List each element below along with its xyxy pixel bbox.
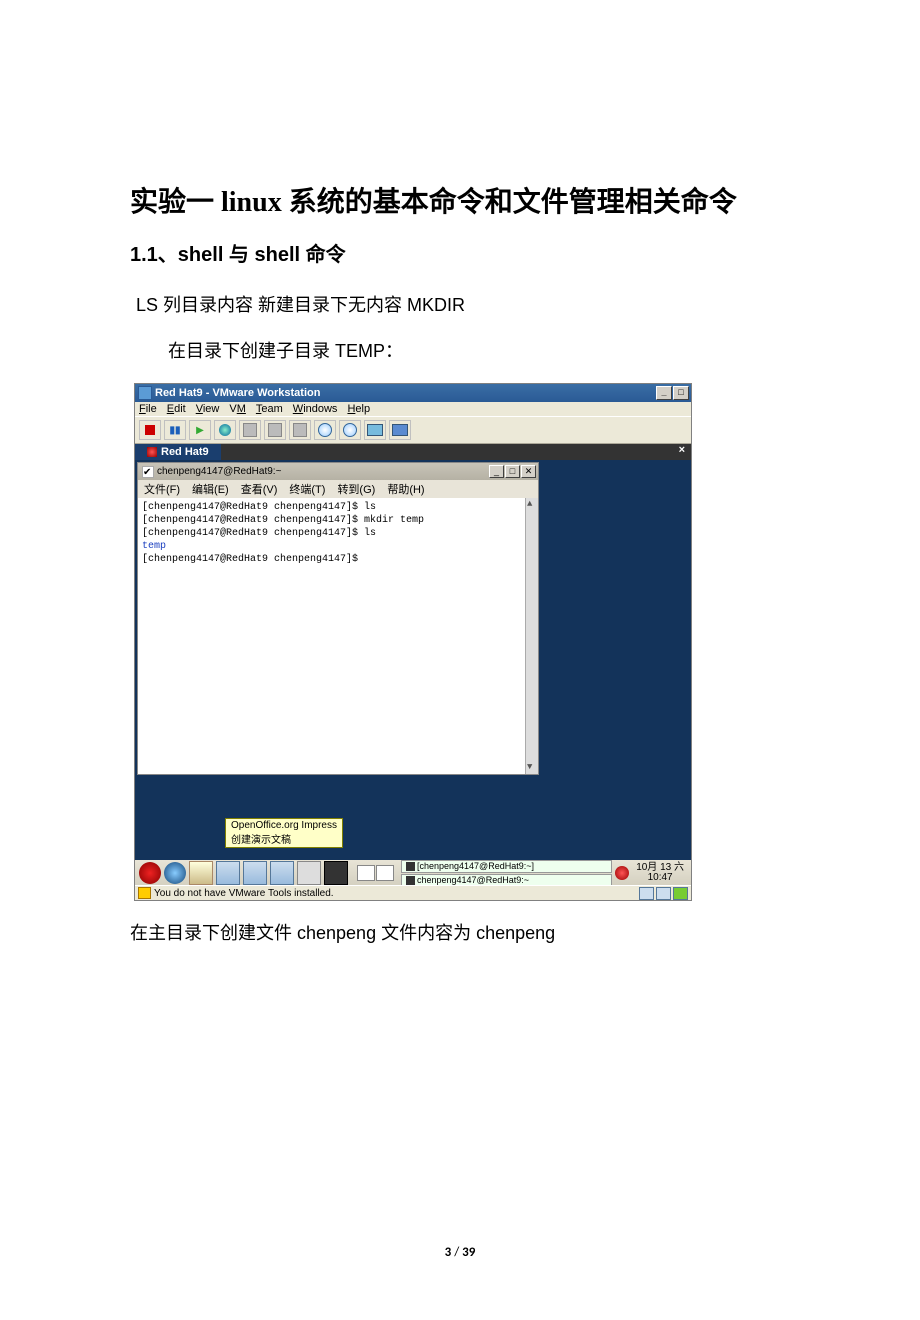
guest-desktop[interactable]: ✔ chenpeng4147@RedHat9:~ _ □ ✕ 文件(F) 编辑(… <box>135 460 691 900</box>
workspace-switcher[interactable] <box>357 865 394 881</box>
vmware-device-icons <box>639 887 688 900</box>
web-browser-icon[interactable] <box>164 862 186 884</box>
menu-help[interactable]: Help <box>347 403 370 415</box>
terminal-body[interactable]: [chenpeng4147@RedHat9 chenpeng4147]$ ls … <box>138 498 538 774</box>
task-label-2: chenpeng4147@RedHat9:~ <box>417 875 529 886</box>
gnome-panel: [chenpeng4147@RedHat9:~] chenpeng4147@Re… <box>135 860 691 886</box>
minimize-button[interactable]: _ <box>656 386 672 400</box>
tooltip: OpenOffice.org Impress 创建演示文稿 <box>225 818 343 848</box>
term-menu-help[interactable]: 帮助(H) <box>387 481 424 497</box>
pause-button[interactable]: ▮▮ <box>164 420 186 440</box>
term-line-3: [chenpeng4147@RedHat9 chenpeng4147]$ ls <box>142 527 534 540</box>
ooo-impress-icon[interactable] <box>243 861 267 885</box>
vm-tabbar: Red Hat9 × <box>135 444 691 460</box>
workspace-2[interactable] <box>376 865 394 881</box>
vmware-status-text: You do not have VMware Tools installed. <box>154 888 334 899</box>
page-footer: 3 / 39 <box>130 1245 790 1260</box>
term-minimize-button[interactable]: _ <box>489 465 504 478</box>
vm-tab-label: Red Hat9 <box>161 446 209 458</box>
menu-edit[interactable]: Edit <box>167 403 186 415</box>
terminal-launcher-icon[interactable] <box>324 861 348 885</box>
vmware-menubar[interactable]: File Edit View VM Team Windows Help <box>135 402 691 416</box>
term-menu-edit[interactable]: 编辑(E) <box>192 481 229 497</box>
task-label-1: [chenpeng4147@RedHat9:~] <box>417 861 534 872</box>
terminal-title-text: chenpeng4147@RedHat9:~ <box>157 466 281 477</box>
menu-view[interactable]: View <box>196 403 220 415</box>
vmware-icon <box>138 386 152 400</box>
vmware-window: Red Hat9 - VMware Workstation _ □ File E… <box>134 383 692 901</box>
rhn-alert-icon[interactable] <box>615 866 629 880</box>
doc-title: 实验一 linux 系统的基本命令和文件管理相关命令 <box>130 180 790 220</box>
tooltip-line-2: 创建演示文稿 <box>231 831 337 846</box>
doc-subtitle: 1.1、shell 与 shell 命令 <box>130 238 790 267</box>
paragraph-1: LS 列目录内容 新建目录下无内容 MKDIR <box>136 291 790 317</box>
term-line-2: [chenpeng4147@RedHat9 chenpeng4147]$ mkd… <box>142 514 534 527</box>
page-total: 39 <box>462 1245 475 1260</box>
clock[interactable]: 10月 13 六 10:47 <box>636 863 684 883</box>
term-menu-go[interactable]: 转到(G) <box>337 481 375 497</box>
term-menu-file[interactable]: 文件(F) <box>144 481 180 497</box>
tooltip-line-1: OpenOffice.org Impress <box>231 820 337 831</box>
term-maximize-button[interactable]: □ <box>505 465 520 478</box>
terminal-titlebar[interactable]: ✔ chenpeng4147@RedHat9:~ _ □ ✕ <box>138 463 538 480</box>
vmware-toolbar: ▮▮ ▶ <box>135 416 691 444</box>
paragraph-2: 在目录下创建子目录 TEMP： <box>168 337 790 363</box>
vmware-statusbar: You do not have VMware Tools installed. <box>135 885 691 900</box>
vmware-titlebar[interactable]: Red Hat9 - VMware Workstation _ □ <box>135 384 691 402</box>
device-icon-2[interactable] <box>656 887 671 900</box>
warning-icon <box>138 887 151 899</box>
page-sep: / <box>451 1245 462 1260</box>
term-line-4: temp <box>142 540 534 553</box>
terminal-menubar[interactable]: 文件(F) 编辑(E) 查看(V) 终端(T) 转到(G) 帮助(H) <box>138 480 538 498</box>
workspace-1[interactable] <box>357 865 375 881</box>
paragraph-3: 在主目录下创建文件 chenpeng 文件内容为 chenpeng <box>130 919 790 945</box>
device-icon-1[interactable] <box>639 887 654 900</box>
menu-file[interactable]: File <box>139 403 157 415</box>
terminal-scrollbar[interactable] <box>525 498 538 774</box>
device-icon-3[interactable] <box>673 887 688 900</box>
redhat-icon <box>147 447 157 457</box>
vm-tab-close[interactable]: × <box>673 444 691 460</box>
print-icon[interactable] <box>297 861 321 885</box>
ooo-writer-icon[interactable] <box>216 861 240 885</box>
term-line-1: [chenpeng4147@RedHat9 chenpeng4147]$ ls <box>142 501 534 514</box>
menu-team[interactable]: Team <box>256 403 283 415</box>
stop-button[interactable] <box>139 420 161 440</box>
unity-button[interactable] <box>389 420 411 440</box>
toolbar-btn-7[interactable] <box>289 420 311 440</box>
term-menu-terminal[interactable]: 终端(T) <box>289 481 325 497</box>
clock-time: 10:47 <box>636 873 684 883</box>
task-icon <box>406 876 415 885</box>
toolbar-btn-9[interactable] <box>339 420 361 440</box>
term-menu-view[interactable]: 查看(V) <box>241 481 278 497</box>
vmware-title-text: Red Hat9 - VMware Workstation <box>155 387 320 399</box>
vm-tab-redhat9[interactable]: Red Hat9 <box>135 444 221 460</box>
toolbar-btn-8[interactable] <box>314 420 336 440</box>
task-icon <box>406 862 415 871</box>
snapshot-button[interactable] <box>214 420 236 440</box>
fullscreen-button[interactable] <box>364 420 386 440</box>
toolbar-btn-5[interactable] <box>239 420 261 440</box>
window-list-item-1[interactable]: [chenpeng4147@RedHat9:~] <box>401 860 612 873</box>
terminal-window: ✔ chenpeng4147@RedHat9:~ _ □ ✕ 文件(F) 编辑(… <box>137 462 539 775</box>
maximize-button[interactable]: □ <box>673 386 689 400</box>
term-close-button[interactable]: ✕ <box>521 465 536 478</box>
menu-windows[interactable]: Windows <box>293 403 338 415</box>
terminal-window-menu-icon[interactable]: ✔ <box>142 466 154 478</box>
toolbar-btn-6[interactable] <box>264 420 286 440</box>
mail-icon[interactable] <box>189 861 213 885</box>
window-list: [chenpeng4147@RedHat9:~] chenpeng4147@Re… <box>401 860 612 887</box>
term-line-5: [chenpeng4147@RedHat9 chenpeng4147]$ <box>142 553 534 566</box>
play-button[interactable]: ▶ <box>189 420 211 440</box>
redhat-menu-icon[interactable] <box>139 862 161 884</box>
ooo-calc-icon[interactable] <box>270 861 294 885</box>
menu-vm[interactable]: VM <box>229 403 246 415</box>
